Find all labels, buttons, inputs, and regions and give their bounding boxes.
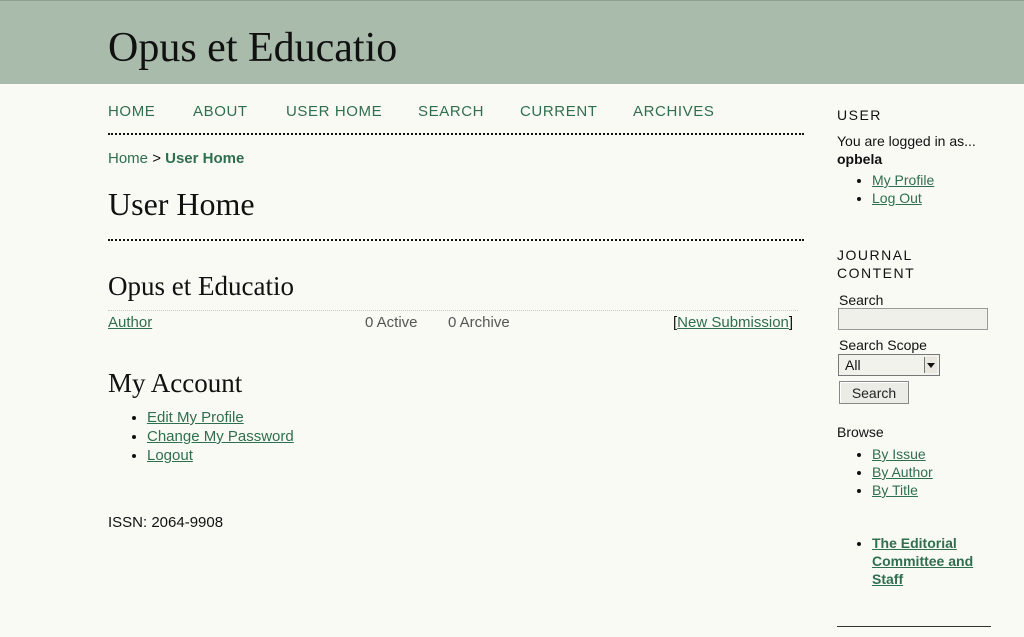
journal-role-row: Author 0 Active 0 Archive [New Submissio… [108,310,798,335]
nav-search[interactable]: SEARCH [418,103,484,120]
nav-home[interactable]: HOME [108,103,155,120]
nav-archives[interactable]: ARCHIVES [633,103,715,120]
username: opbela [837,151,883,167]
new-submission-link[interactable]: New Submission [677,314,789,331]
search-scope-value: All [845,357,861,373]
list-item: Log Out [872,189,934,207]
list-item: Change My Password [147,427,294,446]
browse-by-issue-link[interactable]: By Issue [872,446,926,462]
nav-current[interactable]: CURRENT [520,103,598,120]
author-role-link[interactable]: Author [108,314,152,331]
log-out-link[interactable]: Log Out [872,190,922,206]
my-account-heading: My Account [108,368,243,398]
logout-link[interactable]: Logout [147,447,193,464]
logged-in-text: You are logged in as... [837,133,976,149]
search-scope-label: Search Scope [839,337,927,353]
breadcrumb-separator: > [152,150,161,167]
editorial-committee-link[interactable]: The Editorial Committee and Staff [872,535,973,587]
browse-label: Browse [837,424,884,440]
search-button[interactable]: Search [839,381,909,404]
page-title: User Home [108,186,255,222]
user-links: My Profile Log Out [855,171,934,207]
title-divider [108,239,804,241]
search-label: Search [839,292,884,308]
issn-text: ISSN: 2064-9908 [108,514,224,531]
journal-content-heading-line2: CONTENT [837,265,916,281]
my-profile-link[interactable]: My Profile [872,172,934,188]
editorial-link-line1: The Editorial [872,535,957,551]
archive-count: 0 Archive [448,314,510,331]
list-item: Edit My Profile [147,408,294,427]
sidebar-divider [837,626,991,627]
bracket-close: ] [788,314,794,331]
account-links: Edit My Profile Change My Password Logou… [126,408,294,465]
nav-about[interactable]: ABOUT [193,103,248,120]
breadcrumb-home[interactable]: Home [108,150,148,167]
list-item: By Author [872,463,933,481]
nav-user-home[interactable]: USER HOME [286,103,382,120]
journal-content-heading: JOURNAL CONTENT [837,246,915,282]
breadcrumb-current[interactable]: User Home [165,150,244,167]
breadcrumb: Home > User Home [108,150,244,167]
change-password-link[interactable]: Change My Password [147,428,294,445]
editorial-link-line2: Committee and [872,553,974,569]
browse-links: By Issue By Author By Title [855,445,933,499]
edit-profile-link[interactable]: Edit My Profile [147,409,244,426]
sidebar-user-heading: USER [837,107,882,123]
list-item: By Issue [872,445,933,463]
site-title: Opus et Educatio [108,25,398,71]
list-item: The Editorial Committee and Staff [872,534,973,588]
chevron-down-icon [924,357,937,373]
journal-content-heading-line1: JOURNAL [837,247,913,263]
browse-by-author-link[interactable]: By Author [872,464,933,480]
active-count: 0 Active [365,314,418,331]
editorial-link-line3: Staff [872,571,904,587]
list-item: By Title [872,481,933,499]
search-scope-select[interactable]: All [838,354,940,376]
search-input[interactable] [838,308,988,330]
browse-by-title-link[interactable]: By Title [872,482,918,498]
new-submission-group: [New Submission] [673,314,793,331]
editorial-links: The Editorial Committee and Staff [855,534,973,588]
list-item: Logout [147,446,294,465]
journal-heading: Opus et Educatio [108,271,294,301]
main-nav: HOME ABOUT USER HOME SEARCH CURRENT ARCH… [108,103,804,135]
list-item: My Profile [872,171,934,189]
